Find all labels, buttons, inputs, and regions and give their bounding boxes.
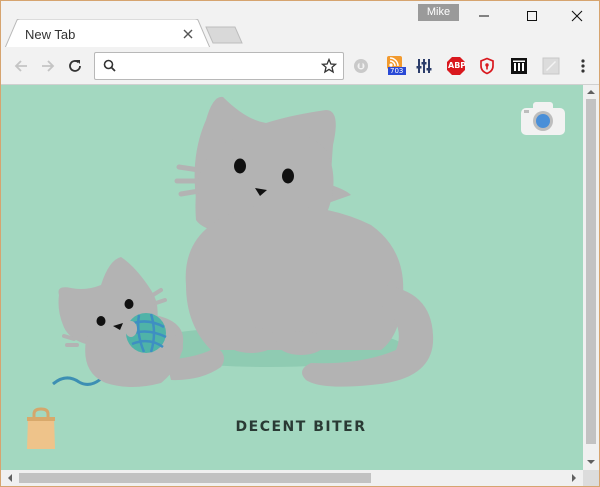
minimize-button[interactable] [461,1,507,30]
kitten-eye-right [124,299,134,309]
camera-icon[interactable] [519,99,567,137]
forward-button[interactable] [36,54,60,78]
horizontal-scroll-thumb[interactable] [19,473,371,483]
brand-title: DECENT BITER [235,419,367,435]
rss-badge: 703 [390,67,404,75]
star-icon[interactable] [321,58,337,74]
extension-equalizer[interactable] [414,56,434,76]
title-bar: Mike New Tab [1,1,599,48]
scroll-down-icon[interactable] [586,457,596,467]
extension-shield[interactable] [477,56,497,76]
reload-icon [69,60,81,72]
scroll-left-icon[interactable] [5,473,15,483]
abp-label: ABP [448,61,467,70]
search-icon [103,59,116,72]
reload-button[interactable] [63,54,87,78]
square-icon [542,57,560,75]
big-cat-eye-left [234,158,246,174]
more-vert-icon [581,59,585,73]
extension-library[interactable] [509,56,529,76]
address-input[interactable] [123,56,317,76]
horizontal-scrollbar[interactable] [1,470,583,486]
maximize-icon [527,10,537,21]
new-tab-page: DECENT BITER [1,85,583,470]
cats-illustration [52,96,434,387]
extension-rss[interactable]: 703 [386,56,406,76]
omnibox[interactable] [94,52,344,80]
vertical-scroll-thumb[interactable] [586,99,596,444]
scroll-right-icon[interactable] [569,473,579,483]
equalizer-icon [416,59,432,73]
library-icon [511,58,527,74]
new-tab-button[interactable] [205,26,243,44]
browser-window: Mike New Tab 703 ABP DECENT BITER [0,0,600,487]
tab-new-tab[interactable]: New Tab [5,19,211,48]
circle-o-icon [354,59,368,73]
arrow-right-icon [42,60,55,72]
maximize-button[interactable] [509,1,555,30]
extension-square[interactable] [541,56,561,76]
big-cat-whiskers [174,164,202,197]
close-tab-icon[interactable] [181,27,195,41]
kitten-eye-left [96,316,106,326]
shield-icon [480,57,494,75]
profile-button[interactable]: Mike [418,4,459,21]
close-icon [571,10,583,21]
close-window-button[interactable] [554,1,599,30]
extension-circle[interactable] [351,56,371,76]
vertical-scrollbar[interactable] [583,85,599,470]
back-button[interactable] [9,54,33,78]
menu-button[interactable] [573,56,593,76]
minimize-icon [479,15,489,16]
big-cat-eye-right [282,168,294,184]
kitten-paw [125,321,137,337]
extension-adblock-plus[interactable]: ABP [446,56,466,76]
toolbar: 703 ABP [1,47,599,85]
scroll-up-icon[interactable] [586,87,596,97]
arrow-left-icon [14,60,27,72]
tab-title: New Tab [25,27,76,42]
scrollbar-corner [583,470,599,486]
